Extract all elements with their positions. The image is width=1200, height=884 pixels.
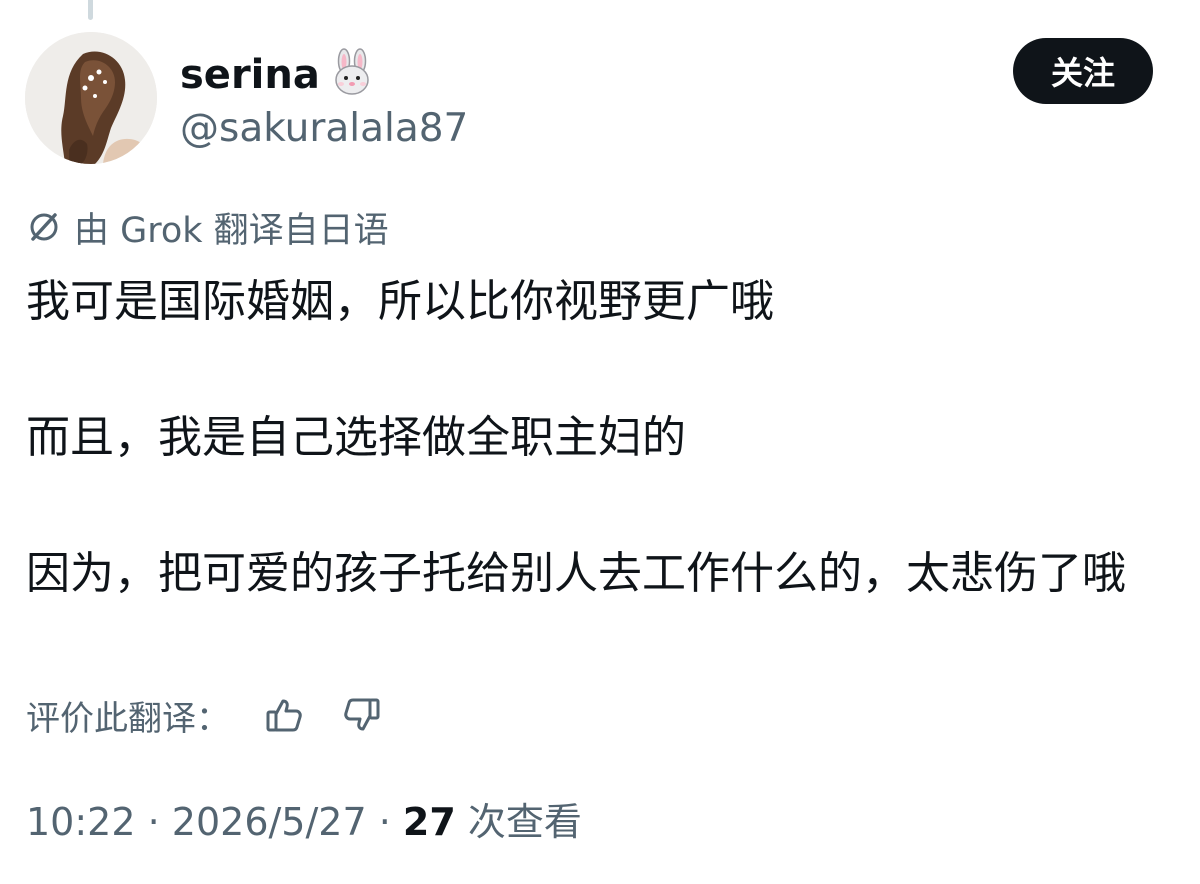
views-count: 27 xyxy=(402,800,456,844)
thumbs-up-button[interactable] xyxy=(260,691,308,739)
grok-icon xyxy=(30,213,58,241)
rabbit-face-icon xyxy=(328,48,376,108)
translation-notice: 由 Grok 翻译自日语 xyxy=(26,204,389,251)
post-paragraph: 因为，把可爱的孩子托给别人去工作什么的，太悲伤了哦 xyxy=(26,548,1126,599)
views-label: 次查看 xyxy=(467,800,582,844)
meta-separator: · xyxy=(147,800,160,844)
rate-translation-prompt: 评价此翻译： xyxy=(26,698,230,739)
avatar-photo xyxy=(25,32,157,164)
thumbs-down-button[interactable] xyxy=(338,691,386,739)
post-time[interactable]: 10:22 xyxy=(26,800,136,844)
author-display-name[interactable]: serina xyxy=(180,48,376,108)
post-paragraph: 我可是国际婚姻，所以比你视野更广哦 xyxy=(26,276,774,327)
follow-button[interactable]: 关注 xyxy=(1013,38,1153,104)
thread-connector-line xyxy=(88,0,93,20)
post-paragraph: 而且，我是自己选择做全职主妇的 xyxy=(26,412,686,463)
post-date[interactable]: 2026/5/27 xyxy=(172,800,367,844)
thumbs-up-icon xyxy=(266,699,302,732)
author-display-name-text: serina xyxy=(180,52,320,98)
rate-translation-row: 评价此翻译： xyxy=(26,690,386,740)
translation-label: 由 Grok 翻译自日语 xyxy=(74,210,389,251)
avatar[interactable] xyxy=(25,32,157,164)
meta-separator: · xyxy=(378,800,391,844)
thumbs-down-icon xyxy=(344,698,380,731)
post-meta: 10:22 · 2026/5/27 · 27 次查看 xyxy=(26,794,582,850)
author-handle[interactable]: @sakuralala87 xyxy=(180,104,468,154)
post-body: 我可是国际婚姻，所以比你视野更广哦 而且，我是自己选择做全职主妇的 因为，把可爱… xyxy=(26,268,1156,608)
